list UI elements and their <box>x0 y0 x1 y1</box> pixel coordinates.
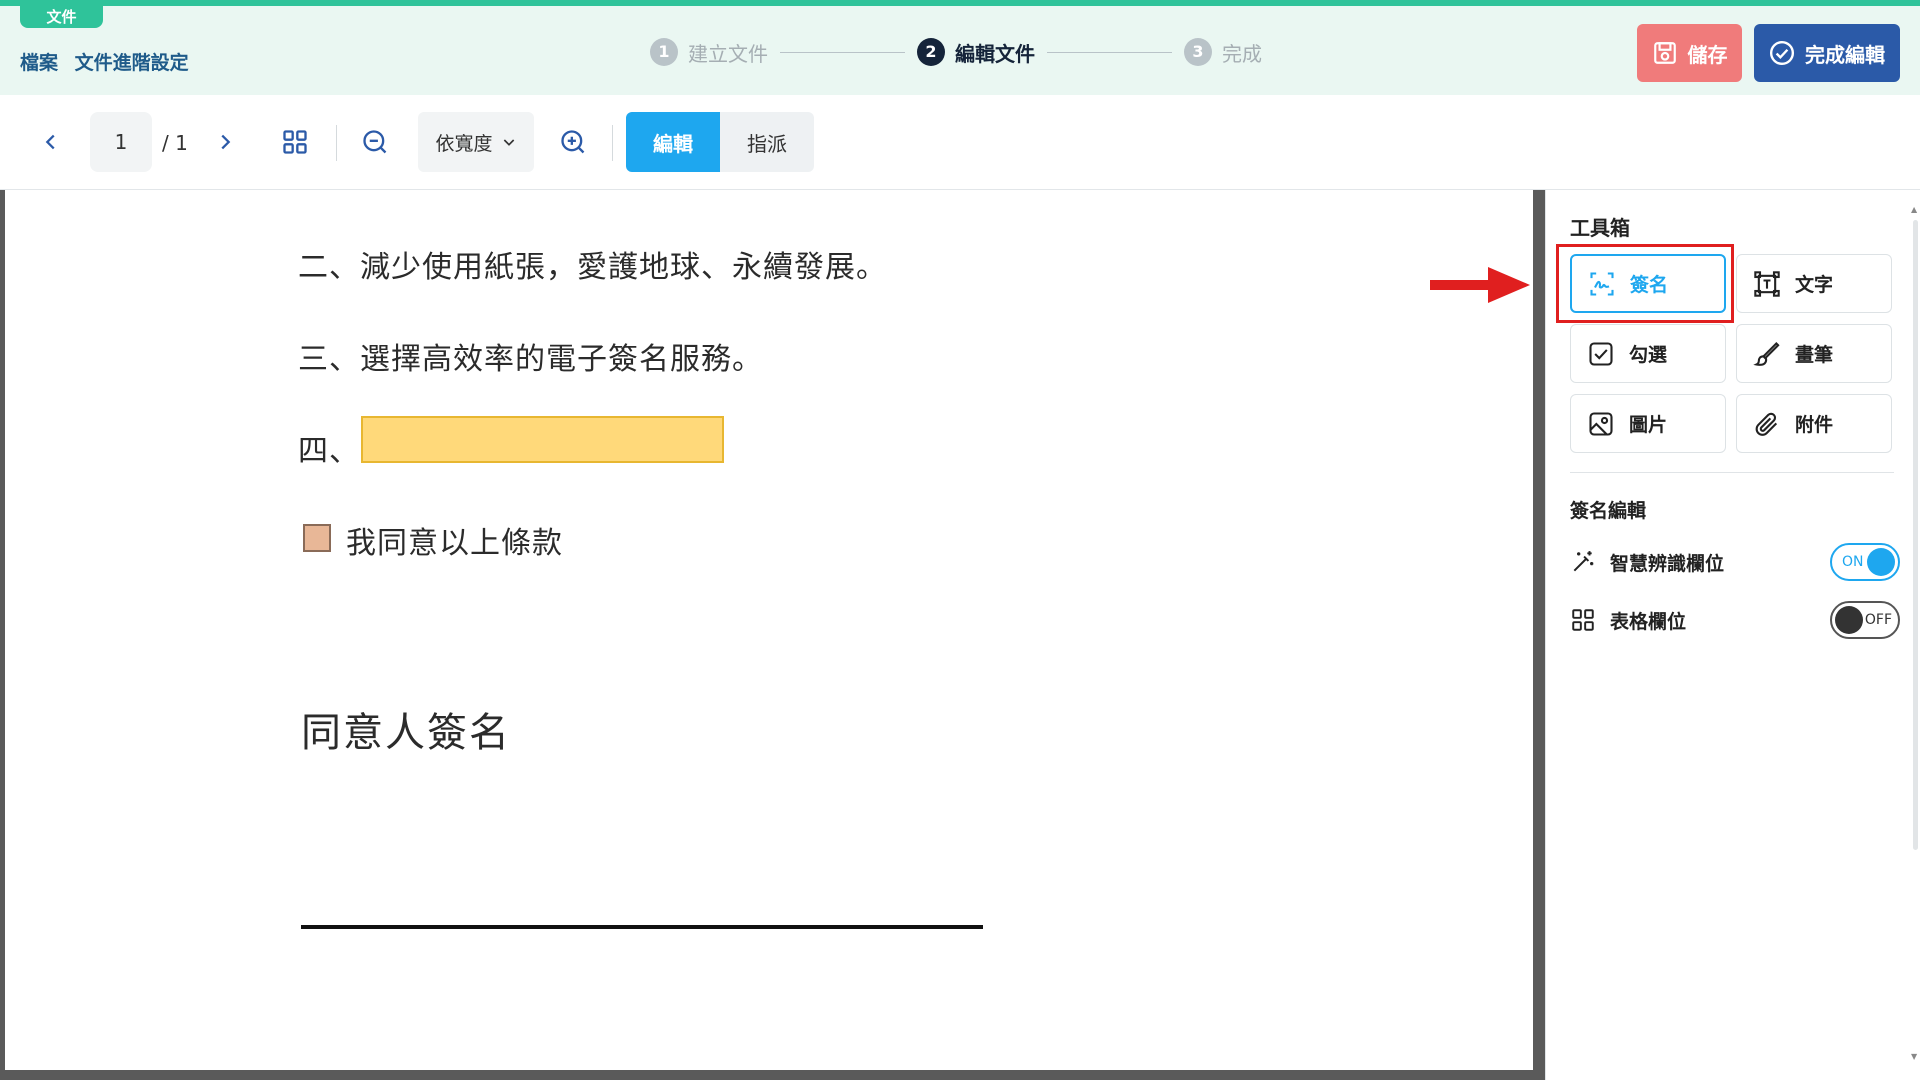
tool-label: 附件 <box>1795 414 1834 436</box>
agree-text: 我同意以上條款 <box>346 526 563 561</box>
image-icon <box>1589 411 1613 436</box>
next-page-button[interactable] <box>210 127 240 157</box>
agree-checkbox[interactable] <box>303 524 331 552</box>
tool-attachment[interactable]: 附件 <box>1736 394 1892 453</box>
document-tag: 文件 <box>20 6 103 28</box>
table-grid-icon <box>1572 609 1594 631</box>
toggle-state-text: OFF <box>1864 612 1892 628</box>
prev-page-button[interactable] <box>36 127 66 157</box>
step-complete: 3 完成 <box>1184 38 1262 67</box>
grid-icon <box>283 130 307 154</box>
step-number: 1 <box>650 38 678 66</box>
document-page: 二、減少使用紙張，愛護地球、永續發展。 三、選擇高效率的電子簽名服務。 四、 我… <box>5 190 1533 1070</box>
signature-heading: 同意人簽名 <box>301 710 511 756</box>
checkbox-icon <box>1589 341 1613 366</box>
step-label: 編輯文件 <box>955 41 1035 66</box>
table-field-toggle[interactable]: OFF <box>1830 601 1900 639</box>
zoom-out-button[interactable] <box>358 125 392 159</box>
red-highlight-annotation <box>1556 244 1734 323</box>
toolbox-panel: 工具箱 簽名 文字 勾選 畫筆 圖片 附件 簽名編輯 智慧辨識欄位 ON 表格欄… <box>1545 190 1920 1080</box>
tool-text[interactable]: 文字 <box>1736 254 1892 313</box>
magic-wand-icon <box>1573 551 1594 572</box>
tool-label: 圖片 <box>1629 414 1668 436</box>
finish-editing-button[interactable]: 完成編輯 <box>1754 24 1900 82</box>
document-toolbar: 1 / 1 依寬度 編輯 指派 <box>0 95 1920 190</box>
paperclip-icon <box>1755 412 1778 436</box>
chevron-down-icon <box>503 139 514 146</box>
table-field-row: 表格欄位 OFF <box>1570 600 1900 640</box>
mode-edit-button[interactable]: 編輯 <box>626 112 720 172</box>
zoom-mode-value: 依寬度 <box>435 132 493 155</box>
thumbnails-button[interactable] <box>278 125 312 159</box>
save-icon <box>1653 42 1676 64</box>
signature-edit-title: 簽名編輯 <box>1570 500 1647 522</box>
text-box-icon <box>1754 270 1780 297</box>
breadcrumb-files[interactable]: 檔案 <box>20 52 58 74</box>
smart-detect-row: 智慧辨識欄位 ON <box>1570 542 1900 582</box>
tool-label: 畫筆 <box>1795 344 1834 366</box>
red-arrow-annotation <box>1430 267 1530 303</box>
breadcrumb-advanced-settings: 文件進階設定 <box>74 52 189 74</box>
doc-line-3: 三、選擇高效率的電子簽名服務。 <box>298 342 763 377</box>
mode-assign-button[interactable]: 指派 <box>720 112 814 172</box>
zoom-in-icon <box>561 130 585 154</box>
toggle-knob <box>1835 606 1863 634</box>
zoom-in-button[interactable] <box>556 125 590 159</box>
toolbar-divider <box>336 125 337 161</box>
panel-divider <box>1570 472 1894 473</box>
step-label: 建立文件 <box>688 41 768 66</box>
zoom-mode-select[interactable]: 依寬度 <box>418 112 534 172</box>
panel-scrollbar[interactable] <box>1913 220 1918 850</box>
doc-line-4-prefix: 四、 <box>298 434 360 469</box>
smart-detect-toggle[interactable]: ON <box>1830 543 1900 581</box>
breadcrumb: 檔案 文件進階設定 <box>20 48 189 75</box>
table-field-label: 表格欄位 <box>1610 610 1687 633</box>
chevron-right-icon <box>221 134 231 150</box>
tool-label: 文字 <box>1795 274 1834 296</box>
toggle-knob <box>1867 548 1895 576</box>
document-viewport: 二、減少使用紙張，愛護地球、永續發展。 三、選擇高效率的電子簽名服務。 四、 我… <box>0 190 1545 1080</box>
page-total: / 1 <box>162 131 188 155</box>
smart-detect-label: 智慧辨識欄位 <box>1610 552 1725 575</box>
zoom-out-icon <box>363 130 387 154</box>
step-number: 3 <box>1184 38 1212 66</box>
mode-toggle-group: 編輯 指派 <box>626 112 814 172</box>
progress-steps: 1 建立文件 2 編輯文件 3 完成 <box>650 36 1262 68</box>
toolbox-title: 工具箱 <box>1570 216 1630 240</box>
check-circle-icon <box>1769 40 1795 66</box>
signature-line <box>301 925 983 929</box>
save-button[interactable]: 儲存 <box>1637 24 1742 82</box>
finish-label: 完成編輯 <box>1805 42 1885 67</box>
toggle-state-text: ON <box>1842 554 1864 570</box>
tool-label: 勾選 <box>1629 344 1668 366</box>
step-label: 完成 <box>1222 41 1262 66</box>
chevron-left-icon <box>45 134 55 150</box>
page-number-input[interactable]: 1 <box>90 112 152 172</box>
step-connector <box>780 51 905 53</box>
step-connector <box>1047 51 1172 53</box>
doc-line-2: 二、減少使用紙張，愛護地球、永續發展。 <box>298 250 887 285</box>
step-edit: 2 編輯文件 <box>917 38 1035 67</box>
tool-pen[interactable]: 畫筆 <box>1736 324 1892 383</box>
toolbar-divider <box>612 125 613 161</box>
save-label: 儲存 <box>1687 42 1728 67</box>
placed-field[interactable] <box>361 416 724 463</box>
scroll-down-arrow[interactable]: ▼ <box>1911 1052 1917 1061</box>
scroll-up-arrow[interactable]: ▲ <box>1911 205 1917 214</box>
header: 文件 檔案 文件進階設定 1 建立文件 2 編輯文件 3 完成 儲存 完成編輯 <box>0 6 1920 95</box>
step-create: 1 建立文件 <box>650 38 768 67</box>
tool-checkbox[interactable]: 勾選 <box>1570 324 1726 383</box>
tool-image[interactable]: 圖片 <box>1570 394 1726 453</box>
step-number: 2 <box>917 38 945 66</box>
brush-icon <box>1753 341 1780 366</box>
